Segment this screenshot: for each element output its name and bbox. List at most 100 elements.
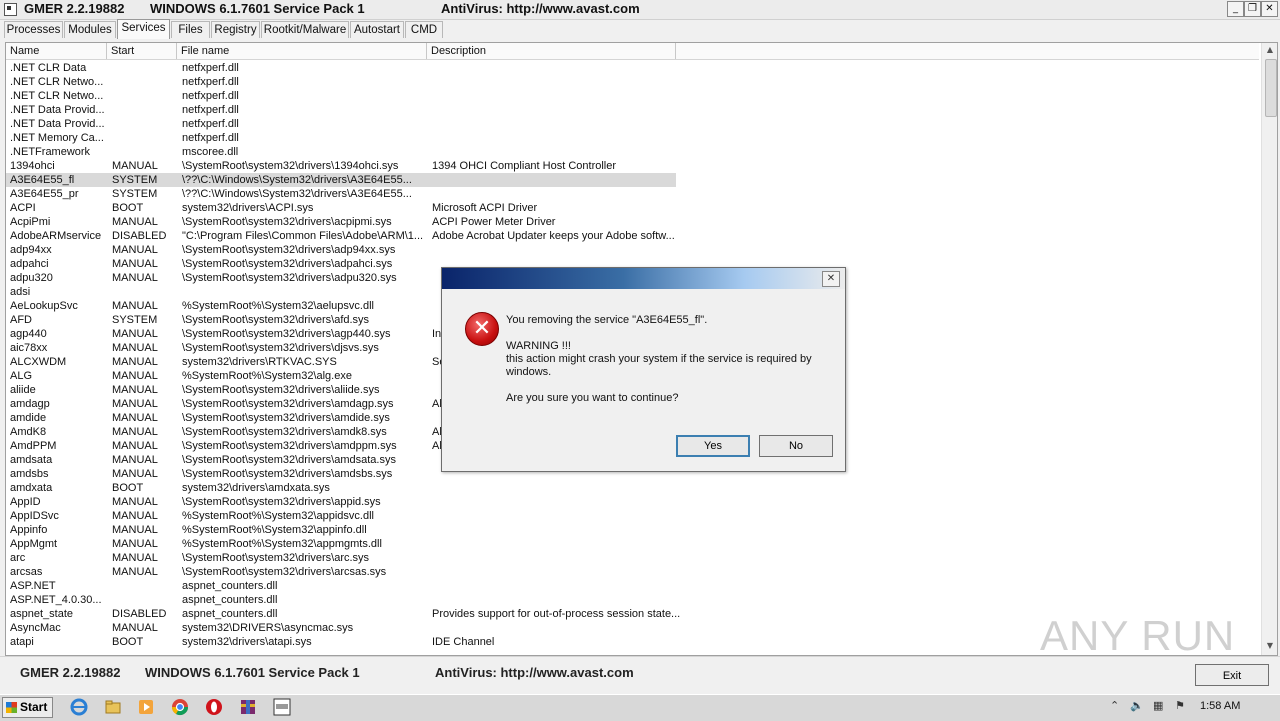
table-row[interactable]: amdxata BOOT system32\drivers\amdxata.sys [6, 481, 1259, 495]
table-row[interactable]: AdobeARMservice DISABLED "C:\Program Files… [6, 229, 1259, 243]
table-row[interactable]: ASP.NET aspnet_counters.dll [6, 579, 1259, 593]
no-button[interactable]: No [759, 435, 833, 457]
restore-button[interactable]: ❐ [1244, 1, 1261, 17]
scrollbar-thumb[interactable] [1265, 59, 1277, 117]
table-row[interactable]: ASP.NET_4.0.30... aspnet_counters.dll [6, 593, 1259, 607]
dialog-close-button[interactable]: ✕ [822, 271, 840, 287]
table-row[interactable]: A3E64E55_pr SYSTEM \??\C:\Windows\System32… [6, 187, 1259, 201]
cell-file-name: aspnet_counters.dll [182, 608, 278, 620]
column-header-description[interactable]: Description [427, 43, 676, 59]
dialog-question: Are you sure you want to continue? [506, 392, 679, 404]
tab-cmd[interactable]: CMD [405, 21, 443, 38]
cell-file-name: \SystemRoot\system32\drivers\amdagp.sys [182, 398, 394, 410]
cell-name: Appinfo [10, 524, 48, 536]
cell-description: 1394 OHCI Compliant Host Controller [432, 160, 617, 172]
tab-autostart[interactable]: Autostart [350, 21, 404, 38]
winrar-icon[interactable] [239, 698, 257, 716]
cell-name: ALG [10, 370, 33, 382]
clock[interactable]: 1:58 AM [1200, 700, 1240, 712]
cell-start: BOOT [112, 636, 144, 648]
cell-description [432, 537, 682, 551]
cell-start: MANUAL [112, 272, 158, 284]
cell-start: MANUAL [112, 342, 158, 354]
table-row[interactable]: .NET Data Provid... netfxperf.dll [6, 117, 1259, 131]
cell-start: MANUAL [112, 552, 158, 564]
column-header-name[interactable]: Name [6, 43, 107, 59]
table-row[interactable]: AppMgmt MANUAL %SystemRoot%\System32\appmg… [6, 537, 1259, 551]
tab-registry[interactable]: Registry [211, 21, 260, 38]
table-row[interactable]: ACPI BOOT system32\drivers\ACPI.sys Microso… [6, 201, 1259, 215]
cell-file-name: system32\DRIVERS\asyncmac.sys [182, 622, 354, 634]
file-explorer-icon[interactable] [104, 698, 122, 716]
cell-name: AeLookupSvc [10, 300, 78, 312]
column-header-file-name[interactable]: File name [177, 43, 427, 59]
window-title-os: WINDOWS 6.1.7601 Service Pack 1 [150, 1, 365, 16]
tab-rootkit-malware[interactable]: Rootkit/Malware [261, 21, 349, 38]
table-row[interactable]: AppID MANUAL \SystemRoot\system32\drivers\… [6, 495, 1259, 509]
cell-file-name: aspnet_counters.dll [182, 580, 278, 592]
cell-name: adsi [10, 286, 31, 298]
table-row[interactable]: arcsas MANUAL \SystemRoot\system32\drivers… [6, 565, 1259, 579]
table-row[interactable]: AppIDSvc MANUAL %SystemRoot%\System32\appi… [6, 509, 1259, 523]
flag-icon[interactable]: ⚑ [1175, 699, 1185, 712]
cell-name: amdsata [10, 454, 53, 466]
window-title-av: AntiVirus: http://www.avast.com [441, 1, 640, 16]
cell-start: DISABLED [112, 230, 167, 242]
close-button[interactable]: ✕ [1261, 1, 1278, 17]
cell-description [432, 495, 682, 509]
tab-modules[interactable]: Modules [64, 21, 116, 38]
cell-name: amdxata [10, 482, 53, 494]
network-icon[interactable]: ▦ [1153, 699, 1163, 712]
cell-start: MANUAL [112, 398, 158, 410]
table-row[interactable]: .NETFramework mscoree.dll [6, 145, 1259, 159]
table-row[interactable]: A3E64E55_fl SYSTEM \??\C:\Windows\System32… [6, 173, 1259, 187]
cell-start: MANUAL [112, 216, 158, 228]
table-row[interactable]: 1394ohci MANUAL \SystemRoot\system32\drive… [6, 159, 1259, 173]
tab-files[interactable]: Files [171, 21, 210, 38]
gmer-taskbar-icon[interactable] [273, 698, 291, 716]
cell-start: MANUAL [112, 510, 158, 522]
column-header-start[interactable]: Start [107, 43, 177, 59]
tray-expand-icon[interactable]: ⌃ [1110, 699, 1119, 712]
window-title-app: GMER 2.2.19882 [24, 1, 125, 16]
exit-button[interactable]: Exit [1195, 664, 1269, 686]
media-player-icon[interactable] [137, 698, 155, 716]
cell-description [432, 117, 682, 131]
start-button[interactable]: Start [2, 697, 53, 718]
table-row[interactable]: Appinfo MANUAL %SystemRoot%\System32\appin… [6, 523, 1259, 537]
minimize-button[interactable]: _ [1227, 1, 1244, 17]
vertical-scrollbar[interactable]: ▲ ▼ [1261, 43, 1277, 655]
status-os: WINDOWS 6.1.7601 Service Pack 1 [145, 665, 360, 680]
table-row[interactable]: adp94xx MANUAL \SystemRoot\system32\driver… [6, 243, 1259, 257]
cell-description [432, 593, 682, 607]
tab-services[interactable]: Services [117, 19, 170, 39]
table-row[interactable]: AcpiPmi MANUAL \SystemRoot\system32\driver… [6, 215, 1259, 229]
table-row[interactable]: .NET Memory Ca... netfxperf.dll [6, 131, 1259, 145]
cell-name: agp440 [10, 328, 47, 340]
cell-start [112, 579, 178, 593]
internet-explorer-icon[interactable] [70, 698, 88, 716]
opera-icon[interactable] [205, 698, 223, 716]
table-row[interactable]: .NET CLR Netwo... netfxperf.dll [6, 75, 1259, 89]
table-row[interactable]: .NET CLR Data netfxperf.dll [6, 61, 1259, 75]
scroll-up-arrow-icon[interactable]: ▲ [1264, 43, 1276, 57]
cell-file-name: \SystemRoot\system32\drivers\agp440.sys [182, 328, 391, 340]
scroll-down-arrow-icon[interactable]: ▼ [1264, 639, 1276, 653]
cell-name: AFD [10, 314, 32, 326]
cell-name: AppIDSvc [10, 510, 59, 522]
cell-name: adpahci [10, 258, 49, 270]
cell-description: ACPI Power Meter Driver [432, 216, 556, 228]
table-row[interactable]: .NET CLR Netwo... netfxperf.dll [6, 89, 1259, 103]
cell-start: DISABLED [112, 608, 167, 620]
cell-file-name: \SystemRoot\system32\drivers\adpu320.sys [182, 272, 397, 284]
tab-processes[interactable]: Processes [4, 21, 63, 38]
list-header: Name Start File name Description [6, 43, 1259, 60]
table-row[interactable]: .NET Data Provid... netfxperf.dll [6, 103, 1259, 117]
table-row[interactable]: arc MANUAL \SystemRoot\system32\drivers\ar… [6, 551, 1259, 565]
volume-icon[interactable]: 🔈 [1130, 699, 1144, 712]
dialog-message-line1: You removing the service "A3E64E55_fl". [506, 314, 708, 326]
cell-file-name: %SystemRoot%\System32\alg.exe [182, 370, 352, 382]
yes-button[interactable]: Yes [676, 435, 750, 457]
chrome-icon[interactable] [171, 698, 189, 716]
cell-start: MANUAL [112, 496, 158, 508]
